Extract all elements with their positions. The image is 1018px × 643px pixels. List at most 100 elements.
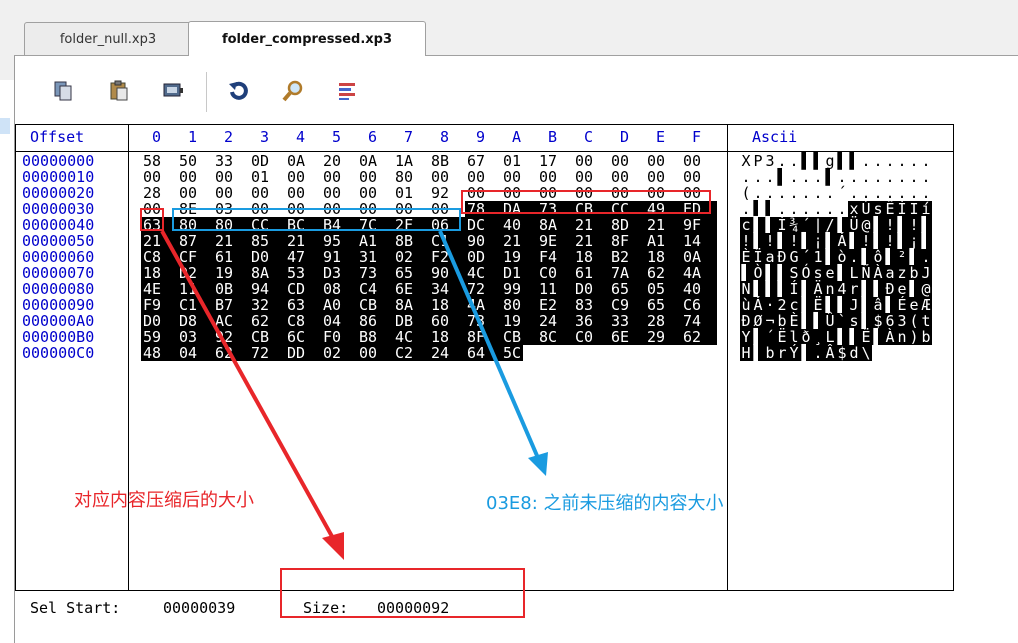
hex-byte[interactable]: C9	[609, 297, 645, 313]
ascii-char[interactable]: !	[884, 217, 896, 233]
hex-byte[interactable]: 90	[465, 233, 501, 249]
ascii-char[interactable]: Ì	[896, 201, 908, 217]
ascii-char[interactable]: t	[920, 313, 932, 329]
ascii-char[interactable]: ▌	[860, 313, 872, 329]
hex-byte[interactable]: 58	[141, 153, 177, 169]
hex-byte[interactable]: C2	[393, 345, 429, 361]
ascii-char[interactable]: ▌	[836, 217, 848, 233]
hex-byte[interactable]: 9F	[681, 217, 717, 233]
hex-byte[interactable]: 11	[177, 281, 213, 297]
ascii-char[interactable]: !	[860, 233, 872, 249]
hex-byte[interactable]: 00	[357, 169, 393, 185]
ascii-char[interactable]: ▌	[920, 233, 932, 249]
hex-byte[interactable]: D8	[177, 313, 213, 329]
hex-byte[interactable]: 00	[357, 345, 393, 361]
hex-byte[interactable]: 0A	[357, 153, 393, 169]
hex-byte[interactable]: 50	[177, 153, 213, 169]
hex-byte[interactable]: 34	[429, 281, 465, 297]
ascii-char[interactable]: .	[836, 169, 848, 185]
ascii-char[interactable]: Ä	[812, 281, 824, 297]
ascii-char[interactable]: g	[824, 153, 836, 169]
ascii-char[interactable]: ▌	[752, 217, 764, 233]
ascii-char[interactable]: 4	[836, 281, 848, 297]
hex-byte[interactable]: A1	[357, 233, 393, 249]
ascii-char[interactable]: (	[740, 185, 752, 201]
ascii-char[interactable]: .	[920, 169, 932, 185]
hex-byte[interactable]: 00	[573, 153, 609, 169]
hex-byte[interactable]: 4E	[141, 281, 177, 297]
ascii-char[interactable]: .	[824, 201, 836, 217]
ascii-char[interactable]: \	[860, 345, 872, 361]
hex-byte[interactable]: C6	[681, 297, 717, 313]
ascii-char[interactable]: ù	[740, 297, 752, 313]
ascii-char[interactable]: !	[884, 233, 896, 249]
hex-byte[interactable]: 73	[357, 265, 393, 281]
ascii-char[interactable]: Ë	[776, 329, 788, 345]
hex-byte[interactable]: CB	[357, 297, 393, 313]
hex-byte[interactable]: 00	[177, 185, 213, 201]
ascii-char[interactable]: n	[824, 281, 836, 297]
ascii-char[interactable]: Û	[824, 313, 836, 329]
hex-byte[interactable]: 28	[141, 185, 177, 201]
ascii-char[interactable]: Ò	[752, 265, 764, 281]
hex-byte[interactable]: 00	[537, 169, 573, 185]
ascii-char[interactable]: Ü	[848, 217, 860, 233]
ascii-char[interactable]: .	[884, 153, 896, 169]
ascii-char[interactable]: ▌	[764, 265, 776, 281]
ascii-char[interactable]: ▌	[908, 249, 920, 265]
ascii-char[interactable]: .	[752, 185, 764, 201]
hex-byte[interactable]: 7A	[609, 265, 645, 281]
ascii-char[interactable]: ▌	[752, 329, 764, 345]
ascii-char[interactable]: Ð	[740, 313, 752, 329]
hex-byte[interactable]: B8	[357, 329, 393, 345]
hex-byte[interactable]: 62	[645, 265, 681, 281]
hex-byte[interactable]: 65	[393, 265, 429, 281]
hex-byte[interactable]: 0B	[213, 281, 249, 297]
ascii-char[interactable]: s	[812, 265, 824, 281]
hex-byte[interactable]: C8	[285, 313, 321, 329]
ascii-char[interactable]: .	[764, 185, 776, 201]
ascii-char[interactable]: b	[920, 329, 932, 345]
hex-byte[interactable]: B7	[213, 297, 249, 313]
hex-byte[interactable]: 21	[501, 233, 537, 249]
hex-byte[interactable]: 91	[321, 249, 357, 265]
hex-byte[interactable]: 00	[465, 169, 501, 185]
hex-byte[interactable]: D3	[321, 265, 357, 281]
ascii-char[interactable]: !	[740, 233, 752, 249]
ascii-char[interactable]: ²	[896, 249, 908, 265]
hex-byte[interactable]: 00	[501, 169, 537, 185]
ascii-char[interactable]: .	[896, 169, 908, 185]
ascii-char[interactable]: l	[788, 329, 800, 345]
hex-byte[interactable]: 18	[645, 249, 681, 265]
ascii-char[interactable]: .	[800, 169, 812, 185]
hex-byte[interactable]: 8C	[537, 329, 573, 345]
ascii-char[interactable]: ò	[836, 249, 848, 265]
hex-byte[interactable]: 21	[573, 233, 609, 249]
ascii-char[interactable]: @	[860, 217, 872, 233]
ascii-char[interactable]: ¾	[788, 217, 800, 233]
ascii-char[interactable]: $	[872, 313, 884, 329]
ascii-char[interactable]: .	[776, 185, 788, 201]
ascii-char[interactable]: ▌	[872, 281, 884, 297]
ascii-char[interactable]: ▌	[752, 233, 764, 249]
ascii-char[interactable]: .	[812, 201, 824, 217]
hex-byte[interactable]: 14	[681, 233, 717, 249]
hex-byte[interactable]: F0	[321, 329, 357, 345]
hex-byte[interactable]: 40	[681, 281, 717, 297]
hex-byte[interactable]: 9E	[537, 233, 573, 249]
hex-byte[interactable]: 00	[645, 153, 681, 169]
hex-byte[interactable]: 00	[645, 169, 681, 185]
hex-byte[interactable]: 4A	[465, 297, 501, 313]
ascii-char[interactable]: .	[812, 345, 824, 361]
ascii-char[interactable]: Ë	[860, 329, 872, 345]
hex-byte[interactable]: CB	[249, 329, 285, 345]
hex-byte[interactable]: C4	[357, 281, 393, 297]
ascii-char[interactable]: È	[788, 313, 800, 329]
ascii-char[interactable]: e	[824, 265, 836, 281]
ascii-char[interactable]: .	[920, 153, 932, 169]
ascii-char[interactable]: .	[920, 185, 932, 201]
ascii-char[interactable]: ▌	[872, 329, 884, 345]
ascii-char[interactable]: b	[776, 313, 788, 329]
hex-byte[interactable]: 65	[645, 297, 681, 313]
ascii-char[interactable]: .	[752, 169, 764, 185]
